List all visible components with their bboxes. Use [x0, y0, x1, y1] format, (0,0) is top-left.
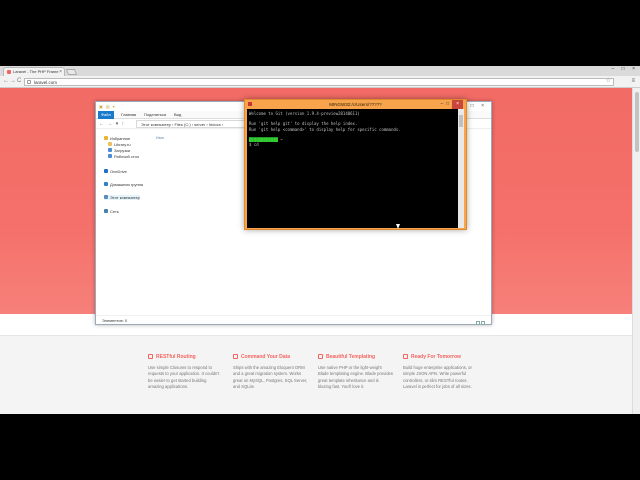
sidebar-item-label: OneDrive: [110, 169, 127, 174]
terminal-titlebar[interactable]: MINGW32:/c/Users/????? – □ ×: [245, 100, 466, 109]
tab-close-icon[interactable]: ×: [59, 68, 62, 76]
network-icon: [104, 209, 108, 213]
feature-restful-routing: RESTful Routing Use simple Closures to r…: [148, 354, 223, 390]
sidebar-item-onedrive[interactable]: OneDrive: [104, 169, 127, 174]
back-icon[interactable]: ←: [3, 78, 9, 84]
column-header-name[interactable]: Имя: [156, 135, 164, 140]
sidebar-item-homegroup[interactable]: Домашняя группа: [104, 182, 143, 187]
tiles-view-icon[interactable]: [481, 321, 485, 325]
rocket-icon: [403, 354, 408, 359]
browser-toolbar: ← → C laravel.com ☆ ≡: [0, 76, 640, 88]
sidebar-item-label: Сеть: [110, 209, 119, 214]
view-toggle[interactable]: [475, 319, 485, 325]
terminal-title: MINGW32:/c/Users/?????: [329, 102, 382, 107]
desktop-icon: [108, 154, 112, 158]
terminal-scrollbar[interactable]: [458, 109, 464, 228]
terminal-window-controls[interactable]: – □ ×: [440, 100, 463, 109]
maximize-button[interactable]: □: [446, 101, 449, 107]
explorer-sidebar: Избранное Library.ru Загрузки Рабочий ст…: [96, 129, 148, 315]
browser-window-controls[interactable]: – □ ×: [612, 66, 639, 72]
browser-tabstrip: Laravel - The PHP Frame × – □ ×: [0, 66, 640, 76]
star-icon: [104, 136, 108, 140]
feature-description: Use native PHP or the light-weight Blade…: [318, 365, 393, 389]
database-icon: [233, 354, 238, 359]
page-scrollbar[interactable]: [632, 88, 640, 414]
new-tab-button[interactable]: [65, 69, 78, 75]
feature-description: Use simple Closures to respond to reques…: [148, 365, 220, 389]
mingw-icon: [248, 102, 252, 106]
terminal-command: $ cd: [249, 142, 259, 148]
sidebar-item-downloads[interactable]: Загрузки: [108, 148, 130, 153]
folder-icon: [108, 142, 112, 146]
feature-title: Command Your Data: [241, 354, 290, 360]
features-section: RESTful Routing Use simple Closures to r…: [0, 335, 632, 414]
star-icon[interactable]: ☆: [606, 78, 611, 85]
sidebar-item-label: Этот компьютер: [110, 195, 140, 200]
terminal-prompt-path: ~: [280, 137, 283, 143]
page-icon: [27, 80, 31, 84]
item-count: Элементов: 0: [102, 318, 128, 323]
close-button[interactable]: ×: [452, 100, 463, 109]
menu-icon[interactable]: ≡: [631, 78, 635, 84]
sidebar-item-network[interactable]: Сеть: [104, 209, 119, 214]
feature-command-your-data: Command Your Data Ships with the amazing…: [233, 354, 308, 390]
sidebar-item-this-pc[interactable]: Этот компьютер: [104, 195, 140, 200]
sidebar-item-label: Загрузки: [114, 148, 131, 153]
terminal-scroll-thumb[interactable]: [459, 115, 463, 127]
feature-title: RESTful Routing: [156, 354, 196, 360]
feature-title: Beautiful Templating: [326, 354, 376, 360]
terminal-line: Run 'git help <command>' to display help…: [249, 126, 401, 132]
sidebar-item-favorites[interactable]: Избранное: [104, 136, 130, 141]
laravel-favicon-icon: [7, 70, 11, 74]
cloud-icon: [104, 169, 108, 173]
sidebar-item-library[interactable]: Library.ru: [108, 142, 131, 147]
scrollbar-thumb[interactable]: [635, 92, 639, 152]
feature-title: Ready For Tomorrow: [411, 354, 461, 360]
address-url: laravel.com: [34, 80, 58, 85]
explorer-nav-arrows-icon[interactable]: ← → ▾ ↑: [99, 121, 125, 127]
sidebar-item-label: Избранное: [110, 136, 131, 141]
feature-description: Ships with the amazing Eloquent ORM and …: [233, 365, 308, 389]
ribbon-tab-view[interactable]: Вид: [171, 111, 184, 119]
reload-icon[interactable]: C: [17, 78, 21, 84]
browser-tab[interactable]: Laravel - The PHP Frame ×: [3, 67, 65, 76]
routing-icon: [148, 354, 153, 359]
ribbon-tab-home[interactable]: Главная: [118, 111, 139, 119]
address-bar[interactable]: laravel.com ☆: [24, 78, 614, 86]
explorer-statusbar: Элементов: 0: [96, 315, 491, 325]
ribbon-tab-file[interactable]: Файл: [98, 111, 114, 119]
minimize-button[interactable]: –: [440, 101, 443, 107]
sidebar-item-label: Рабочий стол: [114, 154, 140, 159]
git-bash-window[interactable]: MINGW32:/c/Users/????? – □ × Welcome to G…: [244, 99, 467, 230]
sidebar-item-label: Library.ru: [114, 142, 131, 147]
quick-access-toolbar-icon[interactable]: ▣ ▤ ▾: [99, 104, 116, 109]
sidebar-item-label: Домашняя группа: [110, 182, 144, 187]
mouse-cursor-icon: [396, 224, 400, 229]
download-icon: [108, 148, 112, 152]
terminal-output[interactable]: Welcome to Git (version 1.9.4-preview201…: [247, 109, 459, 228]
computer-icon: [104, 195, 108, 199]
homegroup-icon: [104, 182, 108, 186]
terminal-line: Welcome to Git (version 1.9.4-preview201…: [249, 111, 360, 116]
forward-icon[interactable]: →: [10, 78, 16, 84]
ribbon-tab-share[interactable]: Поделиться: [141, 111, 169, 119]
screen: Laravel - The PHP Frame × – □ × ← → C la…: [0, 66, 640, 414]
details-view-icon[interactable]: [476, 321, 480, 325]
sidebar-item-desktop[interactable]: Рабочий стол: [108, 154, 139, 159]
feature-beautiful-templating: Beautiful Templating Use native PHP or t…: [318, 354, 393, 390]
browser-tab-title: Laravel - The PHP Frame: [13, 69, 59, 74]
feature-ready-for-tomorrow: Ready For Tomorrow Build huge enterprise…: [403, 354, 478, 390]
template-icon: [318, 354, 323, 359]
feature-description: Build huge enterprise applications, or s…: [403, 365, 472, 389]
